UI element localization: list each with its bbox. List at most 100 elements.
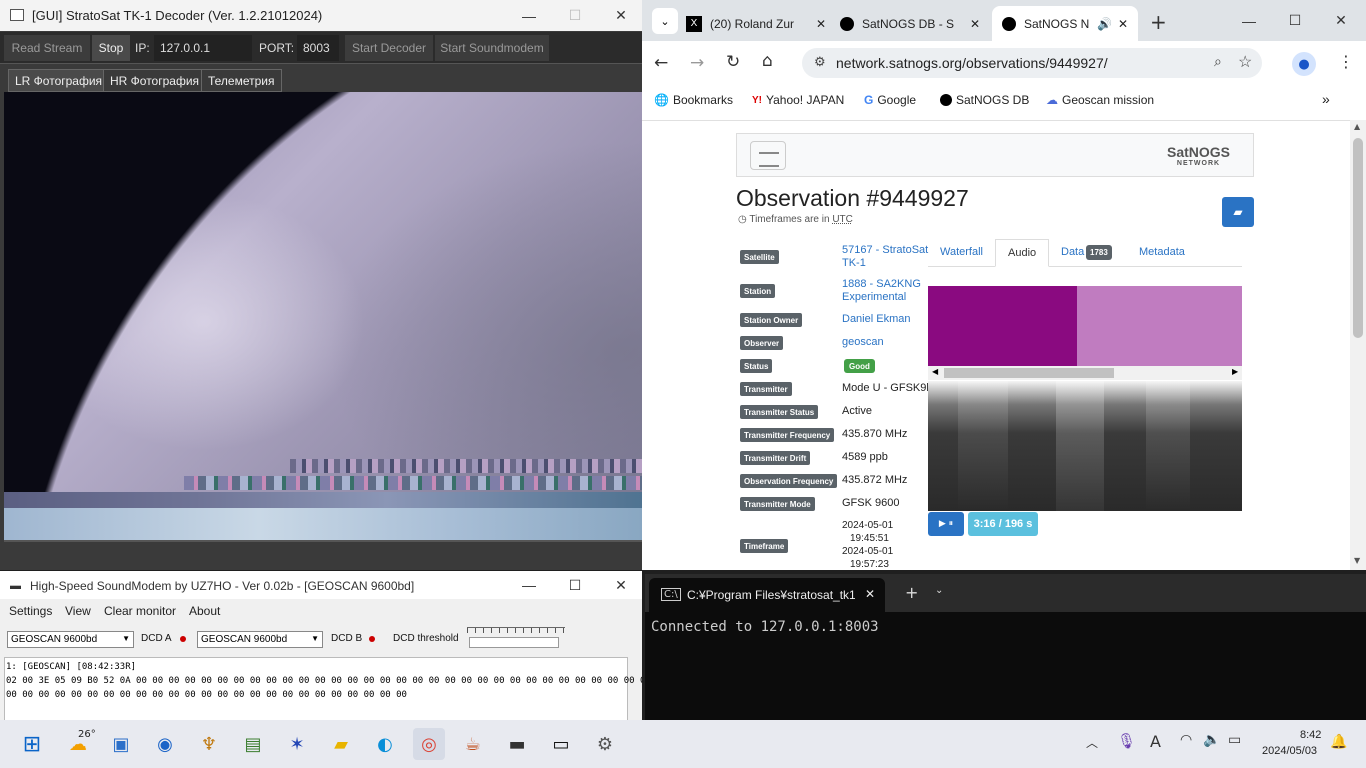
terminal-icon[interactable]: ▭ (545, 728, 577, 760)
page-scrollbar[interactable]: ▲ ▼ (1350, 120, 1366, 570)
app-icon[interactable]: ✶ (281, 728, 313, 760)
volume-icon[interactable]: 🔈 (1203, 732, 1220, 748)
back-icon[interactable]: ← (654, 53, 668, 73)
url-field[interactable]: ⚙ network.satnogs.org/observations/94499… (802, 48, 1262, 78)
new-tab-icon[interactable]: + (1150, 10, 1167, 34)
close-icon[interactable]: ✕ (816, 17, 826, 31)
scrollbar-thumb[interactable] (1353, 138, 1363, 338)
start-soundmodem-button[interactable]: Start Soundmodem (435, 35, 549, 61)
close-icon[interactable]: ✕ (1118, 17, 1128, 31)
minimize-icon[interactable]: — (506, 571, 552, 599)
close-icon[interactable]: ✕ (598, 0, 642, 31)
tab-telemetry[interactable]: Телеметрия (201, 69, 282, 92)
observer-link[interactable]: geoscan (842, 336, 884, 349)
decoder-title: [GUI] StratoSat TK-1 Decoder (Ver. 1.2.2… (32, 8, 323, 23)
close-icon[interactable]: ✕ (1318, 0, 1364, 41)
tab-satnogs-network[interactable]: SatNOGS N 🔊 ✕ (992, 6, 1138, 41)
menu-settings[interactable]: Settings (9, 604, 52, 618)
close-icon[interactable]: ✕ (970, 17, 980, 31)
tab-audio[interactable]: Audio (995, 239, 1049, 267)
tab-x[interactable]: X (20) Roland Zur ✕ (686, 6, 826, 41)
java-icon[interactable]: ☕ (457, 728, 489, 760)
close-icon[interactable]: ✕ (865, 587, 875, 601)
clock-date[interactable]: 2024/05/03 (1262, 745, 1317, 757)
station-link[interactable]: 1888 - SA2KNG Experimental (842, 278, 921, 304)
settings-icon[interactable]: ⚙ (589, 728, 621, 760)
read-stream-button[interactable]: Read Stream (4, 35, 90, 61)
profile-icon[interactable]: ● (1292, 52, 1316, 76)
port-input[interactable]: 8003 (297, 35, 339, 61)
defender-icon[interactable]: ◉ (149, 728, 181, 760)
new-tab-icon[interactable]: + (905, 583, 918, 602)
bookmark-google[interactable]: G Google (864, 93, 916, 107)
site-info-icon[interactable]: ⚙ (814, 54, 826, 70)
battery-icon[interactable]: ▭ (1228, 732, 1241, 748)
bookmarks-folder[interactable]: 🌐 Bookmarks (654, 93, 733, 107)
scrollbar-thumb[interactable] (944, 368, 1114, 378)
soundmodem-icon[interactable]: ▬ (501, 728, 533, 760)
audio-waveform-left (928, 286, 1077, 366)
dcd-threshold-track[interactable] (469, 637, 559, 648)
minimize-icon[interactable]: — (506, 0, 552, 31)
menu-about[interactable]: About (189, 604, 220, 618)
chrome-icon[interactable]: ◎ (413, 728, 445, 760)
maximize-icon[interactable]: ☐ (552, 0, 598, 31)
modem-a-select[interactable]: GEOSCAN 9600bd ▼ (7, 631, 134, 648)
zoom-icon[interactable]: ⌕ (1214, 53, 1222, 70)
close-icon[interactable]: ✕ (598, 571, 642, 599)
chevron-up-icon[interactable]: ︿ (1086, 734, 1098, 751)
tab-waterfall[interactable]: Waterfall (940, 246, 983, 258)
satellite-link[interactable]: 57167 - StratoSat TK-1 (842, 244, 928, 270)
modem-b-select[interactable]: GEOSCAN 9600bd ▼ (197, 631, 323, 648)
tab-hr-photo[interactable]: HR Фотография (103, 69, 207, 92)
maximize-icon[interactable]: ☐ (552, 571, 598, 599)
menu-clear-monitor[interactable]: Clear monitor (104, 604, 176, 618)
edge-icon[interactable]: ◐ (369, 728, 401, 760)
waveform-scrollbar[interactable]: ◀ ▶ (928, 366, 1242, 380)
tab-search-icon[interactable]: ⌄ (652, 8, 678, 34)
microphone-icon[interactable]: 🎙 (1117, 732, 1136, 750)
scroll-right-icon[interactable]: ▶ (1232, 367, 1238, 376)
scroll-left-icon[interactable]: ◀ (932, 367, 938, 376)
bookmark-star-icon[interactable]: ☆ (1238, 52, 1252, 72)
bookmark-satnogs-db[interactable]: SatNOGS DB (940, 93, 1029, 107)
menu-view[interactable]: View (65, 604, 91, 618)
notification-bell-icon[interactable]: 🔔 (1330, 734, 1347, 750)
ime-icon[interactable]: A (1150, 732, 1161, 751)
tab-data[interactable]: Data (1061, 246, 1084, 258)
scroll-up-icon[interactable]: ▲ (1354, 122, 1360, 131)
station-owner-link[interactable]: Daniel Ekman (842, 313, 910, 326)
bookmark-yahoo[interactable]: Y! Yahoo! JAPAN (752, 93, 844, 107)
start-icon[interactable]: ⊞ (16, 728, 48, 760)
app-icon[interactable]: ▤ (237, 728, 269, 760)
dcd-b-label: DCD B (331, 633, 363, 644)
wifi-icon[interactable]: ◠ (1180, 732, 1192, 748)
forward-icon[interactable]: → (690, 53, 704, 73)
tab-metadata[interactable]: Metadata (1139, 246, 1185, 258)
clock-time[interactable]: 8:42 (1300, 729, 1321, 741)
screen-app-icon[interactable]: ▣ (105, 728, 137, 760)
app-icon[interactable]: ♆ (193, 728, 225, 760)
home-icon[interactable]: ⌂ (762, 51, 773, 71)
bookmark-geoscan[interactable]: ☁ Geoscan mission (1046, 93, 1154, 107)
tab-lr-photo[interactable]: LR Фотография (8, 69, 110, 92)
stop-button[interactable]: Stop (92, 35, 130, 61)
tab-satnogs-db[interactable]: SatNOGS DB - S ✕ (840, 6, 980, 41)
satnogs-logo[interactable]: SatNOGS NETWORK (1167, 145, 1230, 170)
minimize-icon[interactable]: — (1226, 0, 1272, 41)
hamburger-menu-icon[interactable] (750, 141, 786, 170)
file-explorer-icon[interactable]: ▰ (325, 728, 357, 760)
speaker-icon[interactable]: 🔊 (1097, 17, 1112, 31)
reload-icon[interactable]: ↻ (726, 52, 740, 72)
scroll-down-icon[interactable]: ▼ (1354, 556, 1360, 565)
discuss-icon[interactable]: ▰ (1222, 197, 1254, 227)
soundmodem-menu: Settings View Clear monitor About (0, 601, 642, 621)
menu-icon[interactable]: ⋮ (1338, 52, 1354, 71)
terminal-tab[interactable]: C:\ C:¥Program Files¥stratosat_tk1 ✕ (649, 578, 885, 612)
start-decoder-button[interactable]: Start Decoder (345, 35, 433, 61)
maximize-icon[interactable]: ☐ (1272, 0, 1318, 41)
chevron-down-icon[interactable]: ⌄ (935, 585, 943, 596)
play-pause-button[interactable]: ▶ ⏸ (928, 512, 964, 536)
more-bookmarks-icon[interactable]: » (1322, 91, 1330, 107)
ip-input[interactable]: 127.0.0.1 (154, 35, 252, 61)
